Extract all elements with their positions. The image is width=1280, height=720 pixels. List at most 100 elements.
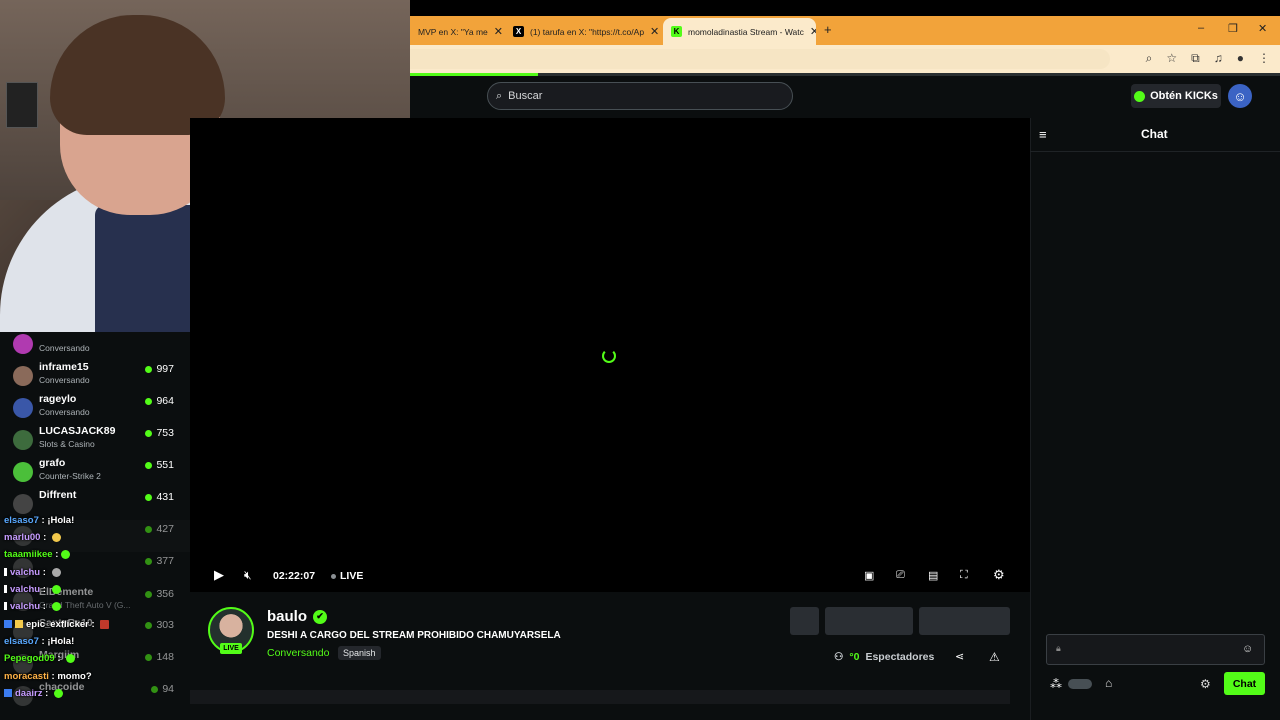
channel-avatar bbox=[13, 430, 33, 450]
sidebar-channel[interactable]: LUCASJACK89 Slots & Casino 753 bbox=[0, 424, 190, 456]
stream-time: 02:22:07 bbox=[273, 570, 316, 582]
stream-category-link[interactable]: Conversando bbox=[267, 647, 329, 659]
minimize-icon[interactable]: – bbox=[1198, 22, 1204, 34]
channel-avatar bbox=[13, 462, 33, 482]
media-icon[interactable]: ♫ bbox=[1214, 51, 1223, 66]
badge-icon bbox=[15, 620, 23, 629]
overlay-chat-message: elsaso7 : ¡Hola! bbox=[4, 515, 75, 526]
overlay-chat-message: Pepegod09 : bbox=[4, 653, 76, 664]
emote-icon bbox=[51, 567, 61, 577]
extensions-icon[interactable]: ⧉ bbox=[1191, 51, 1200, 66]
store-icon[interactable]: ⌂ bbox=[1105, 676, 1112, 690]
browser-tab[interactable]: MVP en X: "Ya me ✕ bbox=[410, 18, 505, 45]
fullscreen-icon[interactable]: ⛶ bbox=[960, 569, 968, 582]
report-warning-icon[interactable]: ⚠ bbox=[989, 650, 1000, 664]
overlay-chat-message: epic_exflicker : bbox=[4, 619, 110, 630]
points-toggle[interactable] bbox=[1068, 679, 1092, 689]
badge-icon bbox=[4, 689, 12, 698]
share-icon[interactable]: ⋖ bbox=[955, 650, 964, 663]
player-controls: ▶ 🔇︎ 02:22:07 LIVE ▣ ⎚ ▤ ⛶ ⚙ bbox=[190, 560, 1030, 592]
chat-message-input[interactable] bbox=[1046, 634, 1265, 665]
sidebar-channel[interactable]: grafo Counter-Strike 2 551 bbox=[0, 456, 190, 488]
kick-logo-icon: K bbox=[671, 26, 682, 37]
maximize-icon[interactable]: ❐ bbox=[1228, 22, 1238, 35]
overlay-chat-message: daairz : bbox=[4, 688, 63, 699]
bookmark-star-icon[interactable]: ☆ bbox=[1166, 51, 1177, 66]
url-field[interactable] bbox=[410, 49, 1110, 69]
sidebar-channel[interactable]: inframe15 Conversando 997 bbox=[0, 360, 190, 392]
emote-icon bbox=[66, 653, 76, 663]
verified-check-icon: ✔ bbox=[313, 609, 327, 624]
profile-icon[interactable]: ● bbox=[1237, 51, 1244, 66]
chat-panel bbox=[1030, 118, 1280, 720]
search-input[interactable]: ⌕ Buscar bbox=[487, 82, 793, 110]
wall-poster bbox=[6, 82, 38, 128]
new-tab-button[interactable]: + bbox=[824, 22, 832, 37]
stream-title: DESHI A CARGO DEL STREAM PROHIBIDO CHAMU… bbox=[267, 630, 561, 641]
button-placeholder bbox=[825, 607, 913, 635]
emote-icon bbox=[51, 532, 61, 542]
kicks-points-icon[interactable]: ⁂ bbox=[1050, 677, 1062, 691]
viewer-count: ⚇ °0 Espectadores bbox=[834, 651, 935, 663]
live-dot-icon bbox=[145, 493, 153, 501]
close-tab-icon[interactable]: ✕ bbox=[494, 25, 503, 38]
emote-picker-icon[interactable]: ☺ bbox=[1242, 643, 1253, 655]
streamer-name[interactable]: baulo ✔ bbox=[267, 608, 327, 625]
live-dot-icon bbox=[145, 365, 153, 373]
channel-avatar bbox=[13, 494, 33, 514]
loading-spinner-icon bbox=[602, 349, 616, 363]
browser-tab[interactable]: X (1) tarufa en X: "https://t.co/Ap ✕ bbox=[505, 18, 663, 45]
collapse-chat-icon[interactable]: ≡ bbox=[1039, 127, 1047, 142]
send-chat-button[interactable]: Chat bbox=[1224, 672, 1265, 695]
live-dot-icon bbox=[145, 429, 153, 437]
emote-icon bbox=[51, 601, 61, 611]
overlay-chat-message: valchu : bbox=[4, 567, 61, 578]
channel-avatar bbox=[13, 334, 33, 354]
search-icon: ⌕ bbox=[496, 89, 503, 102]
viewers-icon: ⚇ bbox=[834, 651, 844, 663]
overlay-chat-message: taaamiikee : bbox=[4, 549, 71, 560]
address-bar: ⌕ ☆ ⧉ ♫ ● ⋮ bbox=[410, 45, 1280, 73]
close-window-icon[interactable]: ✕ bbox=[1258, 22, 1267, 35]
settings-gear-icon[interactable]: ⚙ bbox=[993, 567, 1005, 583]
clip-icon[interactable]: ⎚ bbox=[896, 569, 905, 582]
channel-avatar bbox=[13, 366, 33, 386]
play-icon[interactable]: ▶ bbox=[214, 567, 224, 583]
chat-footer-left: ⁂ bbox=[1050, 677, 1092, 691]
chat-title: Chat bbox=[1141, 127, 1168, 141]
browser-menu-icon[interactable]: ⋮ bbox=[1258, 51, 1270, 66]
live-dot-icon bbox=[145, 461, 153, 469]
sidebar-channel[interactable]: rageylo Conversando 964 bbox=[0, 392, 190, 424]
get-kicks-button[interactable]: Obtén KICKs bbox=[1131, 84, 1221, 108]
mute-icon[interactable]: 🔇︎ bbox=[244, 568, 252, 583]
overlay-chat-message: valchu : bbox=[4, 584, 61, 595]
about-section-placeholder bbox=[190, 690, 1010, 704]
live-dot-icon bbox=[145, 525, 153, 533]
channel-avatar bbox=[13, 398, 33, 418]
language-tag[interactable]: Spanish bbox=[338, 646, 381, 660]
miniplayer-icon[interactable]: ▣ bbox=[864, 569, 874, 582]
loading-dots-icon: °0 bbox=[849, 651, 860, 663]
live-dot-icon bbox=[145, 397, 153, 405]
button-placeholder bbox=[919, 607, 1010, 635]
close-tab-icon[interactable]: ✕ bbox=[650, 25, 659, 38]
emote-icon bbox=[53, 688, 63, 698]
theater-mode-icon[interactable]: ▤ bbox=[928, 569, 938, 582]
x-logo-icon: X bbox=[513, 26, 524, 37]
overlay-chat-message: valchu : bbox=[4, 601, 61, 612]
search-placeholder: Buscar bbox=[508, 90, 543, 102]
user-avatar[interactable]: ☺ bbox=[1228, 84, 1252, 108]
browser-tab-active[interactable]: K momoladinastia Stream - Watc ✕ bbox=[663, 18, 816, 45]
sidebar-channel[interactable]: Conversando bbox=[0, 328, 190, 360]
live-dot-icon bbox=[145, 557, 153, 565]
button-placeholder bbox=[790, 607, 819, 635]
badge-icon bbox=[4, 620, 12, 629]
emote-icon bbox=[51, 584, 61, 594]
close-tab-icon[interactable]: ✕ bbox=[810, 25, 816, 38]
live-dot-icon bbox=[145, 621, 153, 629]
emote-icon bbox=[100, 619, 110, 629]
zoom-icon[interactable]: ⌕ bbox=[1146, 51, 1153, 66]
live-dot-icon bbox=[151, 685, 159, 693]
emote-icon bbox=[61, 549, 71, 559]
chat-settings-icon[interactable]: ⚙ bbox=[1200, 677, 1211, 691]
